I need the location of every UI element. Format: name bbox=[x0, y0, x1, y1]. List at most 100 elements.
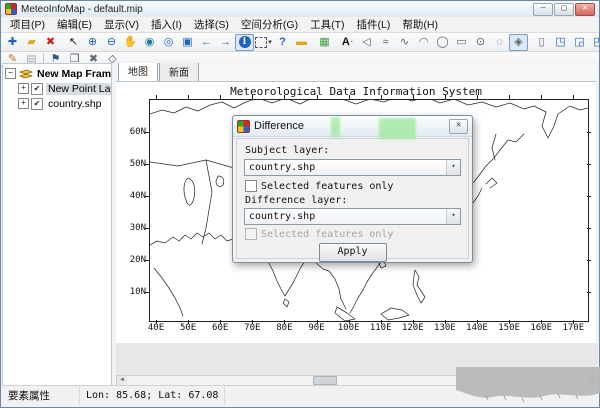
x-axis-tick bbox=[509, 320, 510, 324]
map-frame-label[interactable]: New Map Frame bbox=[35, 68, 112, 80]
what-is-this-icon[interactable]: ? bbox=[273, 34, 292, 51]
x-axis-tick bbox=[381, 320, 382, 324]
x-axis-tick-top bbox=[445, 95, 446, 99]
y-axis-tick-right bbox=[587, 228, 591, 229]
status-feature-attr: 要素属性 bbox=[2, 386, 80, 405]
menu-view[interactable]: 显示(V) bbox=[98, 16, 145, 33]
x-axis-label: 70E bbox=[239, 323, 265, 333]
draw-polyline-icon[interactable]: ◁ bbox=[357, 34, 376, 51]
x-axis-label: 100E bbox=[336, 323, 362, 333]
draw-oval-icon[interactable]: ◌ bbox=[490, 34, 509, 51]
zoom-in-icon[interactable]: ⊕ bbox=[83, 34, 102, 51]
x-axis-tick-top bbox=[188, 95, 189, 99]
collapse-icon[interactable]: − bbox=[5, 68, 16, 79]
tab-map[interactable]: 地图 bbox=[118, 63, 158, 81]
window-title: MeteoInfoMap - default.mip bbox=[21, 4, 532, 15]
layer-label[interactable]: country.shp bbox=[46, 98, 104, 110]
new-project-icon[interactable]: ✚ bbox=[3, 34, 22, 51]
layer-label[interactable]: New Point Layer bbox=[46, 83, 112, 95]
pan-hand-icon[interactable]: ✋ bbox=[121, 34, 140, 51]
y-axis-label: 40N bbox=[120, 191, 146, 201]
menu-selection[interactable]: 选择(S) bbox=[188, 16, 235, 33]
menu-help[interactable]: 帮助(H) bbox=[396, 16, 444, 33]
dialog-title: Difference bbox=[254, 120, 449, 132]
status-coordinates: Lon: 85.68; Lat: 67.08 bbox=[80, 386, 225, 405]
y-axis-tick-right bbox=[587, 260, 591, 261]
draw-circle-icon[interactable]: ⊙ bbox=[471, 34, 490, 51]
draw-polygon-icon[interactable]: ◈ bbox=[509, 34, 528, 51]
combo-dropdown-icon[interactable]: ▾ bbox=[446, 209, 460, 224]
tree-row-point-layer[interactable]: + ✔ New Point Layer bbox=[3, 81, 111, 96]
measure-icon[interactable]: ▬ bbox=[292, 34, 311, 51]
subject-selected-only-checkbox[interactable] bbox=[245, 180, 257, 192]
title-bar: MeteoInfoMap - default.mip ─ ▢ ✕ bbox=[1, 1, 599, 17]
x-axis-label: 120E bbox=[400, 323, 426, 333]
draw-rectangle-icon[interactable]: ▭ bbox=[452, 34, 471, 51]
x-axis-tick-top bbox=[509, 95, 510, 99]
layout-zoom-out-icon[interactable]: ◲ bbox=[570, 34, 589, 51]
layout-zoom-in-icon[interactable]: ◳ bbox=[551, 34, 570, 51]
menu-plugin[interactable]: 插件(L) bbox=[351, 16, 397, 33]
maximize-button[interactable]: ▢ bbox=[554, 3, 574, 16]
select-cursor-icon[interactable]: ↖ bbox=[64, 34, 83, 51]
x-axis-label: 110E bbox=[368, 323, 394, 333]
zoom-out-icon[interactable]: ⊖ bbox=[102, 34, 121, 51]
full-extent-globe-icon[interactable]: ◉ bbox=[140, 34, 159, 51]
map-frame-layers-icon bbox=[19, 68, 33, 79]
identify-info-icon[interactable]: i bbox=[235, 34, 254, 51]
minimize-button[interactable]: ─ bbox=[533, 3, 553, 16]
x-axis-tick bbox=[317, 320, 318, 324]
x-axis-tick-top bbox=[284, 95, 285, 99]
tab-layout[interactable]: 新面 bbox=[159, 63, 199, 81]
draw-ellipse-icon[interactable]: ◯ bbox=[433, 34, 452, 51]
scroll-right-icon[interactable]: ► bbox=[587, 376, 597, 385]
app-logo-icon bbox=[5, 3, 17, 15]
x-axis-tick-top bbox=[541, 95, 542, 99]
difference-layer-combo[interactable]: country.shp ▾ bbox=[244, 208, 461, 225]
x-axis-tick bbox=[220, 320, 221, 324]
apply-button[interactable]: Apply bbox=[319, 243, 387, 262]
close-button[interactable]: ✕ bbox=[575, 3, 595, 16]
expand-icon[interactable]: + bbox=[18, 98, 29, 109]
previous-extent-icon[interactable]: ← bbox=[197, 34, 216, 51]
y-axis-tick-right bbox=[587, 292, 591, 293]
new-layout-icon[interactable]: ▯ bbox=[532, 34, 551, 51]
zoom-to-extent-icon[interactable]: ▣ bbox=[178, 34, 197, 51]
subject-layer-combo[interactable]: country.shp ▾ bbox=[244, 159, 461, 176]
y-axis-tick bbox=[145, 164, 149, 165]
layer-visible-checkbox[interactable]: ✔ bbox=[31, 98, 43, 110]
layer-visible-checkbox[interactable]: ✔ bbox=[31, 83, 43, 95]
menu-geoprocessing[interactable]: 空间分析(G) bbox=[235, 16, 304, 33]
draw-freehand-icon[interactable]: ≈ bbox=[376, 34, 395, 51]
dialog-close-icon[interactable]: ✕ bbox=[449, 119, 468, 134]
app-window: MeteoInfoMap - default.mip ─ ▢ ✕ 项目(P) 编… bbox=[0, 0, 600, 408]
open-folder-icon[interactable]: ▰ bbox=[22, 34, 41, 51]
menu-tools[interactable]: 工具(T) bbox=[304, 16, 350, 33]
combo-dropdown-icon[interactable]: ▾ bbox=[446, 160, 460, 175]
remove-layer-icon[interactable]: ✖ bbox=[41, 34, 60, 51]
x-axis-tick-top bbox=[317, 95, 318, 99]
scroll-left-icon[interactable]: ◄ bbox=[117, 376, 127, 385]
subject-selected-only-row[interactable]: Selected features only bbox=[245, 180, 393, 192]
next-extent-icon[interactable]: → bbox=[216, 34, 235, 51]
menu-edit[interactable]: 编辑(E) bbox=[51, 16, 98, 33]
dialog-title-bar[interactable]: Difference ✕ bbox=[233, 116, 472, 137]
x-axis-tick-top bbox=[573, 95, 574, 99]
scrollbar-thumb[interactable] bbox=[313, 376, 337, 385]
y-axis-tick-right bbox=[587, 164, 591, 165]
attribute-table-icon[interactable]: ▦ bbox=[315, 34, 334, 51]
layout-fit-page-icon[interactable]: ◰ bbox=[589, 34, 600, 51]
menu-project[interactable]: 项目(P) bbox=[4, 16, 51, 33]
draw-curve-polygon-icon[interactable]: ◠ bbox=[414, 34, 433, 51]
draw-curve-icon[interactable]: ∿ bbox=[395, 34, 414, 51]
menu-insert[interactable]: 插入(I) bbox=[145, 16, 188, 33]
y-axis-tick bbox=[145, 132, 149, 133]
info-glyph: i bbox=[239, 36, 251, 48]
expand-icon[interactable]: + bbox=[18, 83, 29, 94]
x-axis-tick-top bbox=[252, 95, 253, 99]
tree-row-country-layer[interactable]: + ✔ country.shp bbox=[3, 96, 111, 111]
zoom-to-layer-icon[interactable]: ◎ bbox=[159, 34, 178, 51]
select-feature-icon[interactable]: ▾ bbox=[254, 34, 273, 51]
label-text-icon[interactable]: A· bbox=[338, 34, 357, 51]
tree-row-map-frame[interactable]: − New Map Frame bbox=[3, 66, 111, 81]
